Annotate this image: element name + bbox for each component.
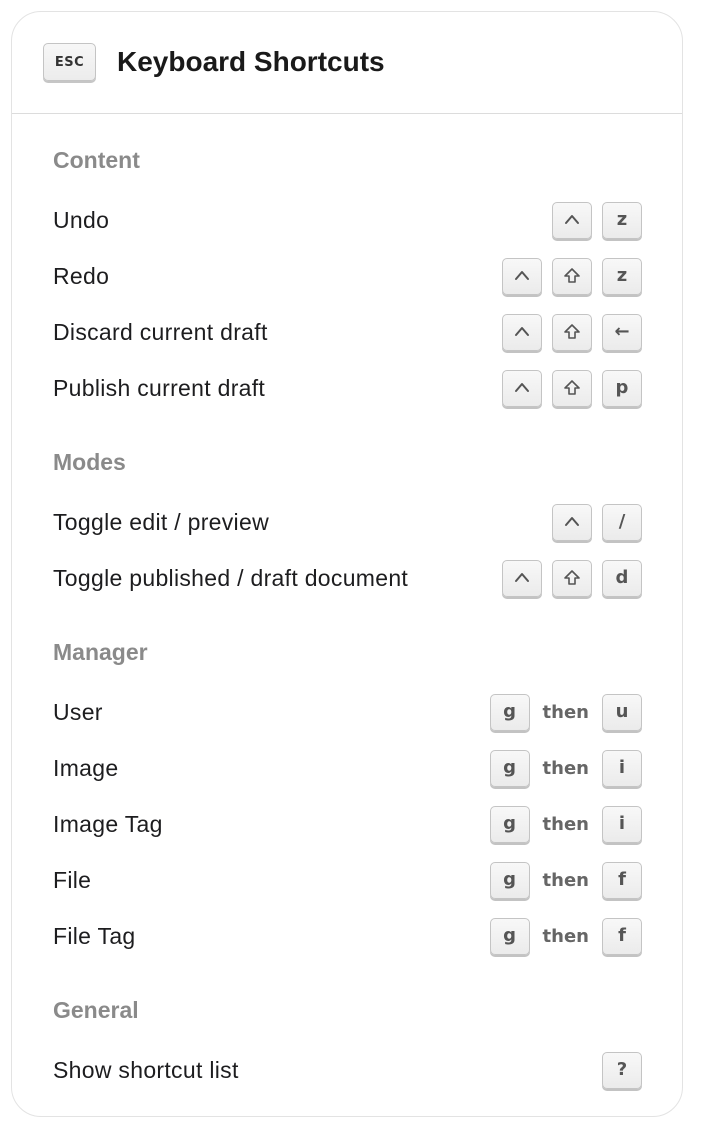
keyboard-shortcuts-panel: ESC Keyboard Shortcuts Content Undo z Redo z… [11,11,683,1117]
shortcut-label: User [53,699,103,725]
keycap: i [602,749,642,787]
keycap: ? [602,1051,642,1089]
shortcut-row: User g then u [53,692,642,732]
shortcut-label: Publish current draft [53,375,266,401]
keycap: p [602,369,642,407]
panel-title: Keyboard Shortcuts [117,46,385,77]
key-combo: g then f [489,861,642,899]
section-title-modes: Modes [53,449,126,475]
key-combo: p [502,369,642,407]
shortcut-label: Toggle published / draft document [53,565,409,591]
key-combo: z [552,201,642,239]
shift-arrow-icon [552,313,592,351]
shortcut-label: Image Tag [53,811,163,837]
control-caret-icon [502,559,542,597]
keycap: i [602,805,642,843]
keycap: ← [602,313,642,351]
key-combo: d [502,559,642,597]
key-combo: ← [502,313,642,351]
then-separator: then [542,869,589,891]
control-caret-icon [552,503,592,541]
shortcut-label: Toggle edit / preview [53,509,269,535]
section-title-manager: Manager [53,639,148,665]
shortcut-row: File Tag g then f [53,916,642,956]
shift-arrow-icon [552,257,592,295]
esc-close-button[interactable]: ESC [43,43,96,81]
control-caret-icon [502,313,542,351]
keycap: d [602,559,642,597]
shift-arrow-icon [552,559,592,597]
shortcut-label: Redo [53,263,110,289]
control-caret-icon [552,201,592,239]
shortcut-row: Redo z [53,256,642,296]
then-separator: then [542,701,589,723]
then-separator: then [542,757,589,779]
key-combo: g then i [489,805,642,843]
control-caret-icon [502,257,542,295]
keycap: g [489,861,530,899]
keycap: g [489,805,530,843]
then-separator: then [542,925,589,947]
keycap: z [602,257,642,295]
key-combo: ? [602,1051,642,1089]
shortcut-row: Toggle edit / preview / [53,502,642,542]
keycap: / [602,503,642,541]
shortcut-row: Image Tag g then i [53,804,642,844]
shortcut-label: Undo [53,207,110,233]
section-title-content: Content [53,147,140,173]
shortcut-label: File [53,867,92,893]
key-combo: g then f [489,917,642,955]
keycap: g [489,693,530,731]
keycap: f [602,861,642,899]
shortcut-row: Toggle published / draft document d [53,558,642,598]
shortcut-row: File g then f [53,860,642,900]
then-separator: then [542,813,589,835]
key-combo: g then u [489,693,642,731]
shortcut-label: Discard current draft [53,319,268,345]
keycap: g [489,917,530,955]
shortcut-label: Image [53,755,119,781]
key-combo: / [552,503,642,541]
keycap: f [602,917,642,955]
key-combo: z [502,257,642,295]
keycap: g [489,749,530,787]
shortcut-row: Discard current draft ← [53,312,642,352]
shortcut-row: Undo z [53,200,642,240]
shortcut-row: Image g then i [53,748,642,788]
key-combo: g then i [489,749,642,787]
section-title-general: General [53,997,139,1023]
keycap: z [602,201,642,239]
keycap: u [602,693,642,731]
control-caret-icon [502,369,542,407]
shortcut-label: Show shortcut list [53,1057,239,1083]
panel-header: ESC Keyboard Shortcuts [12,12,682,114]
shift-arrow-icon [552,369,592,407]
shortcut-label: File Tag [53,923,136,949]
shortcut-row: Show shortcut list? [53,1050,642,1090]
shortcut-row: Publish current draft p [53,368,642,408]
